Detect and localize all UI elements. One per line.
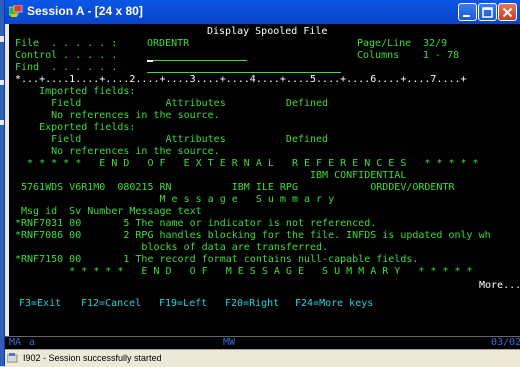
page-line-label: Page/Line: [357, 38, 412, 49]
spool-line: Imported fields:: [15, 86, 136, 97]
spool-line: Field Attributes Defined: [15, 134, 329, 145]
title-bar[interactable]: Session A - [24 x 80]: [5, 0, 520, 24]
close-icon: [502, 7, 513, 18]
file-label: File . . . . . :: [15, 38, 118, 49]
spool-line: *RNF7031 00 5 The name or indicator is n…: [15, 218, 377, 229]
status-bar: I902 - Session successfully started: [5, 349, 520, 367]
terminal-screen[interactable]: Display Spooled File File . . . . . : OR…: [9, 24, 520, 336]
minimize-icon: [463, 15, 470, 17]
spool-line: IBM CONFIDENTIAL: [15, 170, 407, 181]
spool-line: * * * * * E N D O F E X T E R N A L R E …: [15, 158, 479, 169]
spool-line: *RNF7150 00 1 The record format contains…: [15, 254, 419, 265]
status-icon: [7, 353, 18, 363]
spool-line: M e s s a g e S u m m a r y: [15, 194, 335, 205]
session-window: Session A - [24 x 80] Display Spooled Fi…: [4, 0, 520, 367]
spool-line: *RNF7086 00 2 RPG handles blocking for t…: [15, 230, 491, 241]
file-value: ORDENTR: [147, 38, 190, 49]
page-line-value: 32/9: [423, 38, 448, 49]
control-input[interactable]: [147, 50, 247, 61]
columns-value: 1 - 78: [423, 50, 460, 61]
spool-line: Field Attributes Defined: [15, 98, 329, 109]
spool-line: * * * * * E N D O F M E S S A G E S U M …: [15, 266, 473, 277]
screen-heading: Display Spooled File: [207, 26, 328, 37]
columns-label: Columns: [357, 50, 400, 61]
maximize-icon: [482, 7, 493, 18]
column-ruler: *...+....1....+....2....+....3....+....4…: [15, 74, 467, 85]
oia-cursor-position: 03/02: [491, 337, 520, 348]
spool-line: No references in the source.: [15, 110, 220, 121]
minimize-button[interactable]: [458, 3, 477, 21]
find-input[interactable]: [147, 62, 341, 73]
spool-line: No references in the source.: [15, 146, 220, 157]
status-message: I902 - Session successfully started: [23, 353, 162, 363]
maximize-button[interactable]: [478, 3, 497, 21]
spool-line: blocks of data are transferred.: [15, 242, 329, 253]
f12-cancel-key[interactable]: F12=Cancel: [81, 298, 141, 310]
f20-right-key[interactable]: F20=Right: [225, 298, 279, 310]
spool-line: 5761WDS V6R1M0 080215 RN IBM ILE RPG ORD…: [15, 182, 455, 193]
find-label: Find . . . . . .: [15, 62, 118, 73]
f3-exit-key[interactable]: F3=Exit: [19, 298, 61, 310]
more-indicator: More...: [479, 280, 520, 291]
operator-info-area: MA a MW 03/02: [5, 336, 520, 349]
f19-left-key[interactable]: F19=Left: [159, 298, 207, 310]
session-a-icon[interactable]: [9, 5, 23, 18]
f24-more-keys-key[interactable]: F24=More keys: [295, 298, 373, 310]
cursor: [147, 51, 153, 62]
close-button[interactable]: [498, 3, 517, 21]
spool-line: Msg id Sv Number Message text: [15, 206, 202, 217]
oia-ma: MA: [9, 337, 22, 348]
spool-line: Exported fields:: [15, 122, 136, 133]
oia-input-mode: a: [29, 337, 36, 348]
window-title: Session A - [24 x 80]: [27, 4, 143, 18]
control-label: Control . . . . .: [15, 50, 118, 61]
oia-mw: MW: [223, 337, 236, 348]
